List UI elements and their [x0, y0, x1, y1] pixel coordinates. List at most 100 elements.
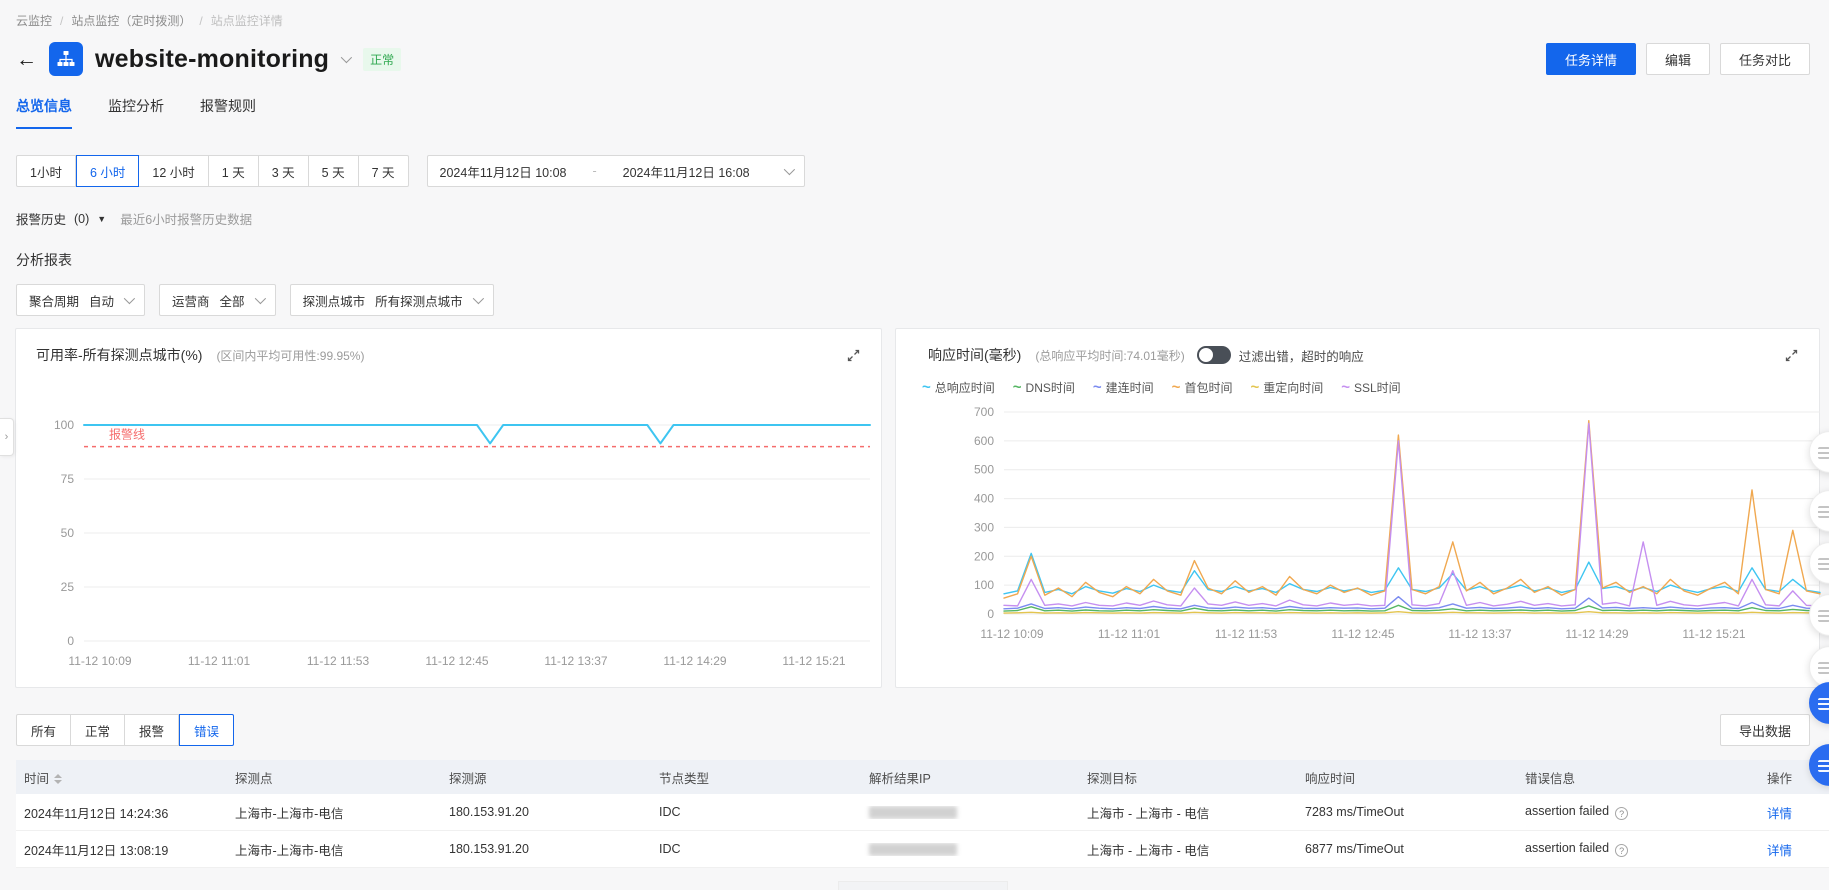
cell-node-type: IDC: [659, 842, 681, 856]
task-detail-button[interactable]: 任务详情: [1545, 43, 1636, 75]
cell-resolved-ip: [861, 805, 1079, 819]
legend-wave-icon: ~: [1171, 378, 1181, 396]
legend-wave-icon: ~: [1012, 378, 1022, 396]
col-error-message: 错误信息: [1525, 771, 1576, 786]
filter-errors-toggle-label: 过滤出错，超时的响应: [1238, 349, 1364, 364]
breadcrumb-cloud-monitor[interactable]: 云监控: [16, 12, 52, 29]
svg-text:11-12 11:01: 11-12 11:01: [1098, 627, 1161, 641]
breadcrumb: 云监控 / 站点监控（定时拨测） / 站点监控详情: [16, 12, 1829, 29]
svg-text:300: 300: [974, 520, 994, 534]
time-option-1h[interactable]: 1小时: [16, 155, 76, 187]
cell-probe-target: 上海市 - 上海市 - 电信: [1087, 806, 1210, 821]
filter-all[interactable]: 所有: [16, 714, 72, 746]
sort-icon[interactable]: [54, 774, 63, 785]
expand-icon[interactable]: [1784, 348, 1799, 363]
left-panel-collapse-tab[interactable]: ›: [0, 418, 14, 456]
filter-label: 聚合周期: [29, 294, 80, 309]
filter-errors-toggle[interactable]: [1196, 346, 1231, 364]
table-header-row: 时间 探测点 探测源 节点类型 解析结果IP 探测目标 响应时间 错误信息 操作: [16, 760, 1829, 794]
back-arrow-icon[interactable]: ←: [16, 49, 37, 70]
col-resolved-ip: 解析结果IP: [869, 771, 931, 786]
load-more-button[interactable]: 更多: [838, 881, 1008, 890]
svg-text:50: 50: [61, 526, 75, 540]
response-chart-title: 响应时间(毫秒): [928, 347, 1022, 363]
cell-resolved-ip: [861, 842, 1079, 856]
legend-item[interactable]: ~ 首包时间: [1172, 379, 1233, 396]
page-header: ← website-monitoring 正常 任务详情 编辑 任务对比: [16, 42, 1829, 76]
time-option-7d[interactable]: 7 天: [358, 155, 409, 187]
cell-time: 2024年11月12日 14:24:36: [24, 806, 169, 821]
legend-item[interactable]: ~ 建连时间: [1093, 379, 1154, 396]
cell-time: 2024年11月12日 13:08:19: [24, 843, 169, 858]
svg-text:报警线: 报警线: [109, 427, 145, 442]
filter-label: 探测点城市: [302, 294, 366, 309]
svg-text:75: 75: [61, 472, 75, 486]
col-time: 时间: [16, 768, 227, 787]
response-time-chart-panel: 响应时间(毫秒) (总响应平均时间:74.01毫秒) 过滤出错，超时的响应 ~ 总…: [895, 328, 1821, 688]
tab-monitor-analysis[interactable]: 监控分析: [108, 96, 164, 129]
alarm-history-label: 报警历史: [16, 213, 67, 227]
title-dropdown-chevron-icon[interactable]: [340, 51, 353, 64]
main-tabs: 总览信息 监控分析 报警规则: [16, 96, 1829, 129]
expand-icon[interactable]: [846, 348, 861, 363]
filter-normal[interactable]: 正常: [71, 714, 126, 746]
cell-error-message: assertion failed?: [1517, 804, 1759, 821]
svg-text:400: 400: [974, 492, 994, 506]
alarm-history-caret-icon[interactable]: ▼: [97, 214, 106, 224]
time-option-3d[interactable]: 3 天: [258, 155, 309, 187]
question-icon[interactable]: ?: [1615, 807, 1629, 821]
tab-alarm-rules[interactable]: 报警规则: [200, 96, 256, 129]
response-panel-header: 响应时间(毫秒) (总响应平均时间:74.01毫秒) 过滤出错，超时的响应: [904, 345, 1811, 365]
col-probe-point: 探测点: [235, 771, 273, 786]
col-response-time: 响应时间: [1305, 771, 1356, 786]
tab-overview[interactable]: 总览信息: [16, 96, 72, 129]
legend-label: DNS时间: [1025, 381, 1075, 395]
date-range-picker[interactable]: 2024年11月12日 10:08 - 2024年11月12日 16:08: [426, 155, 805, 187]
question-icon[interactable]: ?: [1615, 844, 1629, 858]
aggregation-period-dropdown[interactable]: 聚合周期 自动: [16, 284, 146, 316]
response-chart-subtitle: (总响应平均时间:74.01毫秒): [1035, 348, 1185, 363]
legend-label: 首包时间: [1184, 381, 1233, 395]
legend-item[interactable]: ~ DNS时间: [1013, 379, 1075, 396]
date-range-end: 2024年11月12日 16:08: [622, 165, 750, 180]
svg-text:11-12 10:09: 11-12 10:09: [980, 627, 1043, 641]
response-time-line-chart[interactable]: 0 100 200 300 400 500 600 700 11-12 10:09 11-12 1…: [904, 396, 1829, 668]
svg-text:25: 25: [61, 580, 75, 594]
filter-error[interactable]: 错误: [179, 714, 235, 746]
alarm-history-count: (0): [74, 211, 90, 226]
time-range-controls: 1小时 6 小时 12 小时 1 天 3 天 5 天 7 天 2024年11月1…: [16, 155, 1829, 187]
table-row: 2024年11月12日 13:08:19 上海市-上海市-电信 180.153.…: [16, 831, 1829, 868]
probe-city-dropdown[interactable]: 探测点城市 所有探测点城市: [289, 284, 494, 316]
svg-text:11-12 15:21: 11-12 15:21: [782, 654, 845, 668]
time-option-6h[interactable]: 6 小时: [75, 155, 140, 187]
legend-wave-icon: ~: [1092, 378, 1102, 396]
header-actions: 任务详情 编辑 任务对比: [1545, 43, 1810, 75]
cell-error-message: assertion failed?: [1517, 841, 1759, 858]
task-compare-button[interactable]: 任务对比: [1719, 43, 1810, 75]
results-toolbar: 所有 正常 报警 错误 导出数据: [16, 714, 1829, 746]
cell-probe-source: 180.153.91.20: [449, 842, 529, 856]
detail-link[interactable]: 详情: [1767, 844, 1792, 858]
load-more-area: 更多: [16, 881, 1829, 890]
detail-link[interactable]: 详情: [1767, 807, 1792, 821]
legend-item[interactable]: ~ SSL时间: [1341, 379, 1400, 396]
edit-button[interactable]: 编辑: [1645, 43, 1710, 75]
carrier-dropdown[interactable]: 运营商 全部: [159, 284, 276, 316]
legend-item[interactable]: ~ 总响应时间: [922, 379, 995, 396]
time-range-segmented: 1小时 6 小时 12 小时 1 天 3 天 5 天 7 天: [16, 155, 409, 187]
availability-line-chart[interactable]: 0 25 50 75 100 11-12 10:09 11-12 11:01 11-12 11…: [24, 365, 873, 687]
breadcrumb-site-monitor[interactable]: 站点监控（定时拨测）: [71, 12, 191, 29]
svg-text:11-12 14:29: 11-12 14:29: [1565, 627, 1628, 641]
legend-item[interactable]: ~ 重定向时间: [1250, 379, 1323, 396]
filter-alarm[interactable]: 报警: [125, 714, 180, 746]
time-option-1d[interactable]: 1 天: [208, 155, 259, 187]
svg-text:700: 700: [974, 405, 994, 419]
task-type-icon: [49, 42, 83, 76]
filter-value: 自动: [89, 294, 115, 309]
time-option-12h[interactable]: 12 小时: [139, 155, 209, 187]
result-filter-segmented: 所有 正常 报警 错误: [16, 714, 235, 746]
response-chart-legend: ~ 总响应时间 ~ DNS时间 ~ 建连时间 ~ 首包时间 ~ 重定向时间 ~ SSL时间: [904, 365, 1811, 396]
time-option-5d[interactable]: 5 天: [308, 155, 359, 187]
export-data-button[interactable]: 导出数据: [1719, 714, 1810, 746]
svg-text:11-12 11:01: 11-12 11:01: [188, 654, 251, 668]
